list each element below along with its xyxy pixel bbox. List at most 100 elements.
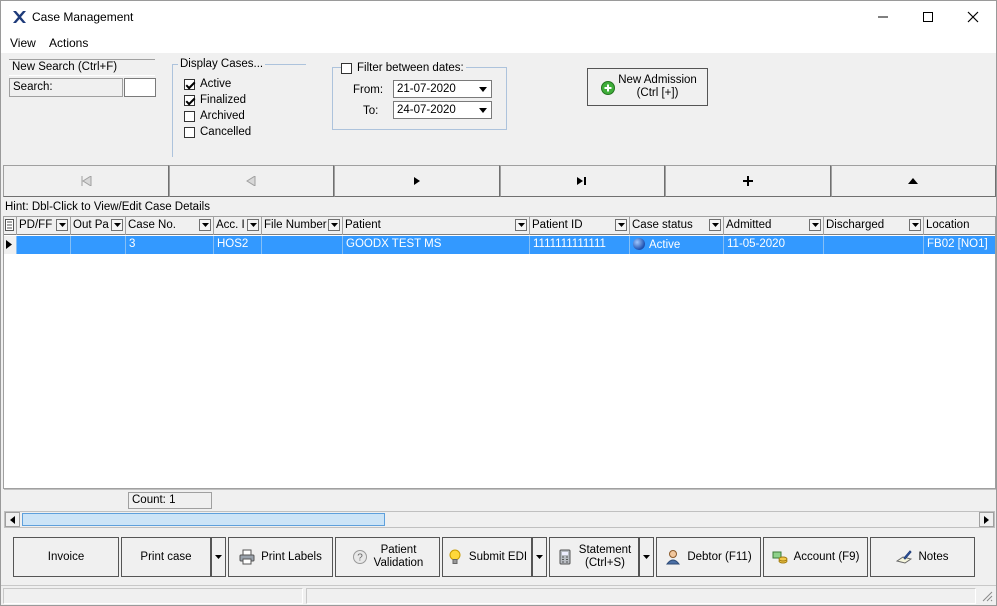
print-case-button[interactable]: Print case [121, 537, 211, 577]
debtor-button[interactable]: Debtor (F11) [656, 537, 761, 577]
notes-label: Notes [918, 550, 949, 563]
record-count: Count: 1 [128, 492, 212, 509]
next-record-icon [413, 177, 420, 185]
nav-next-button[interactable] [334, 165, 500, 197]
plus-icon [742, 176, 753, 186]
print-labels-button[interactable]: Print Labels [228, 537, 333, 577]
scroll-thumb[interactable] [22, 513, 385, 526]
status-panel-2 [306, 588, 976, 604]
filter-panel: New Search (Ctrl+F) Search: Display Case… [1, 53, 996, 165]
grid-header: PD/FF Out Pa Case No. Acc. I File Number… [4, 217, 995, 235]
chevron-down-icon [536, 555, 543, 559]
scroll-left-button[interactable] [5, 512, 20, 527]
filter-dates-checkbox[interactable]: Filter between dates: [341, 62, 466, 74]
column-pdff[interactable]: PD/FF [17, 217, 71, 235]
nav-prior-button[interactable] [168, 165, 334, 197]
search-label: Search: [9, 78, 123, 97]
to-date-picker[interactable]: 24-07-2020 [393, 101, 492, 119]
column-file-number[interactable]: File Number [262, 217, 343, 235]
nav-up-button[interactable] [830, 165, 996, 197]
new-admission-button[interactable]: New Admission (Ctrl [+]) [587, 68, 708, 106]
add-circle-icon [601, 81, 615, 95]
new-admission-label: New Admission [618, 74, 697, 86]
checkbox-unchecked-icon [184, 126, 195, 138]
column-discharged[interactable]: Discharged [824, 217, 924, 235]
maximize-button[interactable] [905, 1, 951, 33]
column-patient[interactable]: Patient [343, 217, 530, 235]
chevron-down-icon[interactable] [615, 219, 627, 231]
chevron-down-icon[interactable] [476, 82, 490, 96]
chevron-down-icon[interactable] [199, 219, 211, 231]
new-admission-shortcut: (Ctrl [+]) [636, 87, 679, 99]
close-button[interactable] [950, 1, 996, 33]
chevron-down-icon[interactable] [809, 219, 821, 231]
menu-view[interactable]: View [10, 36, 36, 50]
chevron-down-icon[interactable] [909, 219, 921, 231]
statement-button[interactable]: Statement (Ctrl+S) [549, 537, 639, 577]
finalized-checkbox[interactable]: Finalized [184, 94, 246, 106]
chevron-down-icon[interactable] [476, 103, 490, 117]
column-outpa[interactable]: Out Pa [71, 217, 126, 235]
column-location[interactable]: Location [924, 217, 995, 235]
triangle-up-icon [908, 178, 919, 184]
archived-label: Archived [200, 110, 245, 122]
chevron-down-icon[interactable] [328, 219, 340, 231]
chevron-down-icon[interactable] [247, 219, 259, 231]
column-case-no[interactable]: Case No. [126, 217, 214, 235]
cell-acc: HOS2 [214, 236, 262, 254]
checkbox-checked-icon [184, 94, 195, 106]
last-record-icon [577, 177, 587, 185]
column-patient-id[interactable]: Patient ID [530, 217, 630, 235]
from-date-value: 21-07-2020 [397, 83, 456, 95]
nav-first-button[interactable] [3, 165, 169, 197]
archived-checkbox[interactable]: Archived [184, 110, 245, 122]
from-date-picker[interactable]: 21-07-2020 [393, 80, 492, 98]
statement-dropdown[interactable] [639, 537, 654, 577]
submit-edi-dropdown[interactable] [532, 537, 547, 577]
scroll-right-button[interactable] [979, 512, 994, 527]
cancelled-checkbox[interactable]: Cancelled [184, 126, 251, 138]
menu-actions[interactable]: Actions [49, 36, 88, 50]
column-case-status[interactable]: Case status [630, 217, 724, 235]
chevron-down-icon[interactable] [709, 219, 721, 231]
search-input[interactable] [124, 78, 156, 97]
notes-button[interactable]: Notes [870, 537, 975, 577]
nav-last-button[interactable] [499, 165, 665, 197]
statement-label-1: Statement [578, 544, 632, 556]
cases-grid[interactable]: PD/FF Out Pa Case No. Acc. I File Number… [3, 216, 996, 489]
horizontal-scrollbar[interactable] [4, 511, 995, 528]
question-icon: ? [352, 550, 367, 564]
minimize-icon [878, 16, 888, 18]
cell-location: FB02 [NO1] [924, 236, 995, 254]
patient-validation-button[interactable]: ? Patient Validation [335, 537, 440, 577]
print-case-dropdown[interactable] [211, 537, 226, 577]
coins-icon [772, 551, 788, 564]
chevron-down-icon[interactable] [515, 219, 527, 231]
resize-grip-icon[interactable] [982, 591, 993, 602]
cell-discharged [824, 236, 924, 254]
column-selector[interactable] [4, 217, 17, 235]
chevron-down-icon[interactable] [56, 219, 68, 231]
minimize-button[interactable] [860, 1, 906, 33]
chevron-down-icon[interactable] [111, 219, 123, 231]
hint-text: Hint: Dbl-Click to View/Edit Case Detail… [5, 201, 210, 213]
chevron-down-icon [215, 555, 222, 559]
account-button[interactable]: Account (F9) [763, 537, 868, 577]
invoice-label: Invoice [47, 550, 85, 563]
printer-icon [239, 549, 255, 565]
new-search-button[interactable]: New Search (Ctrl+F) [9, 59, 155, 76]
grid-footer: Count: 1 [4, 489, 996, 509]
triangle-left-icon [10, 515, 15, 524]
column-acc[interactable]: Acc. I [214, 217, 262, 235]
column-admitted[interactable]: Admitted [724, 217, 824, 235]
current-row-icon [6, 240, 12, 249]
nav-insert-button[interactable] [665, 165, 831, 197]
record-navigator [3, 165, 996, 197]
table-row[interactable]: 3 HOS2 GOODX TEST MS 1111111111111 Activ… [4, 236, 995, 254]
invoice-button[interactable]: Invoice [13, 537, 119, 577]
active-checkbox[interactable]: Active [184, 78, 231, 90]
column-list-icon [5, 219, 14, 231]
submit-edi-button[interactable]: Submit EDI [442, 537, 532, 577]
status-panel-1 [3, 588, 303, 604]
to-label: To: [363, 105, 379, 117]
